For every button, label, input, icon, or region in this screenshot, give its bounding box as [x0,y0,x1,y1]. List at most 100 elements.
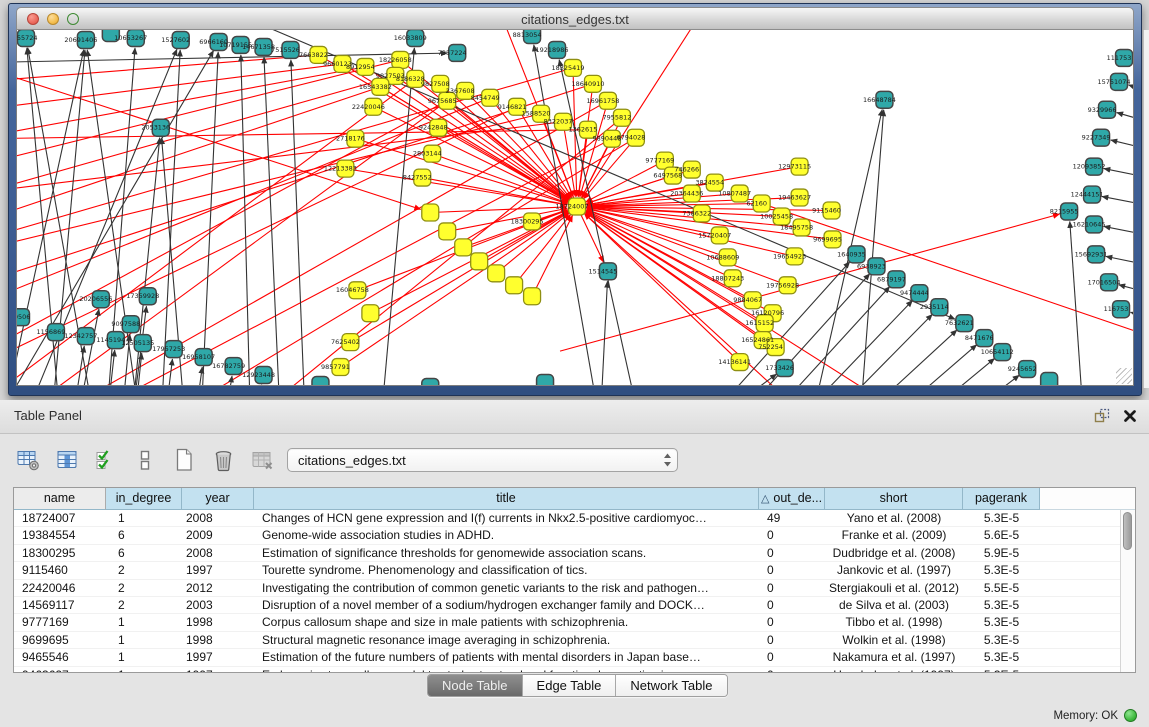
network-graph[interactable]: 1872400718300295140557242069140610653267… [17,30,1133,385]
table-cell[interactable]: 1 [106,632,182,648]
table-cell[interactable]: 1998 [182,614,254,630]
table-cell[interactable]: 1997 [182,667,254,673]
table-cell[interactable]: 5.3E-5 [963,667,1040,673]
table-cell[interactable]: Yano et al. (2008) [825,510,963,526]
unselect-all-columns-button[interactable] [131,446,159,474]
close-panel-icon[interactable] [1123,409,1137,423]
table-cell[interactable]: 2 [106,562,182,578]
table-row[interactable]: 1456911722003Disruption of a novel membe… [14,597,1135,614]
table-mode-button[interactable] [14,446,42,474]
table-cell[interactable]: 5.5E-5 [963,580,1040,596]
table-cell[interactable]: Estimation of the future numbers of pati… [254,649,759,665]
graph-node[interactable] [506,277,523,294]
table-cell[interactable]: Disruption of a novel member of a sodium… [254,597,759,613]
table-cell[interactable]: 9699695 [14,632,106,648]
table-cell[interactable]: 18724007 [14,510,106,526]
table-row[interactable]: 1938455462009Genome-wide association stu… [14,527,1135,544]
table-cell[interactable]: 1998 [182,632,254,648]
table-cell[interactable]: 6 [106,527,182,543]
table-cell[interactable]: Embryonic stem cells: a model to study s… [254,667,759,673]
table-cell[interactable]: 9465546 [14,649,106,665]
float-panel-icon[interactable] [1094,408,1110,423]
table-row[interactable]: 946554611997Estimation of the future num… [14,649,1135,666]
create-column-button[interactable] [170,446,198,474]
table-cell[interactable]: 5.3E-5 [963,649,1040,665]
table-cell[interactable]: 6 [106,545,182,561]
table-row[interactable]: 946362711997Embryonic stem cells: a mode… [14,667,1135,673]
table-cell[interactable]: 0 [759,667,825,673]
table-cell[interactable]: 18300295 [14,545,106,561]
graph-node[interactable] [471,253,488,270]
table-cell[interactable]: 5.3E-5 [963,510,1040,526]
table-cell[interactable]: Stergiakouli et al. (2012) [825,580,963,596]
table-cell[interactable]: 5.3E-5 [963,632,1040,648]
table-cell[interactable]: 49 [759,510,825,526]
table-cell[interactable]: 5.3E-5 [963,614,1040,630]
graph-node[interactable] [362,305,379,322]
table-cell[interactable]: 5.6E-5 [963,527,1040,543]
table-cell[interactable]: Wolkin et al. (1998) [825,632,963,648]
table-row[interactable]: 1830029562008Estimation of significance … [14,545,1135,562]
select-all-columns-button[interactable] [92,446,120,474]
table-cell[interactable]: 1997 [182,649,254,665]
table-cell[interactable]: 0 [759,527,825,543]
table-cell[interactable]: 5.9E-5 [963,545,1040,561]
table-scrollbar-thumb[interactable] [1123,512,1132,550]
table-row[interactable]: 969969511998Structural magnetic resonanc… [14,632,1135,649]
table-cell[interactable]: 19384554 [14,527,106,543]
table-cell[interactable]: Changes of HCN gene expression and I(f) … [254,510,759,526]
network-canvas[interactable]: 1872400718300295140557242069140610653267… [16,30,1134,386]
table-cell[interactable]: 1 [106,667,182,673]
column-header-indegree[interactable]: in_degree [106,488,182,510]
table-cell[interactable]: Nakamura et al. (1997) [825,649,963,665]
graph-node[interactable] [455,239,472,256]
graph-node[interactable] [439,223,456,240]
table-row[interactable]: 1872400712008Changes of HCN gene express… [14,510,1135,527]
column-header-year[interactable]: year [182,488,254,510]
graph-node[interactable] [422,379,439,385]
table-cell[interactable]: 9115460 [14,562,106,578]
table-cell[interactable]: 2003 [182,597,254,613]
table-cell[interactable]: 2 [106,597,182,613]
table-cell[interactable]: 9777169 [14,614,106,630]
table-cell[interactable]: Genome-wide association studies in ADHD. [254,527,759,543]
column-header-title[interactable]: title [254,488,759,510]
table-scrollbar[interactable] [1120,510,1135,672]
graph-node[interactable] [1041,373,1058,385]
column-header-pagerank[interactable]: pagerank [963,488,1040,510]
table-select-dropdown[interactable]: citations_edges.txt [287,448,678,472]
table-cell[interactable]: Corpus callosum shape and size in male p… [254,614,759,630]
table-cell[interactable]: 2009 [182,527,254,543]
table-cell[interactable]: Jankovic et al. (1997) [825,562,963,578]
delete-column-button[interactable] [209,446,237,474]
table-cell[interactable]: 2 [106,580,182,596]
tab-edge-table[interactable]: Edge Table [523,675,617,696]
graph-node[interactable] [488,265,505,282]
graph-node[interactable] [312,377,329,385]
graph-node[interactable] [422,204,439,221]
table-cell[interactable]: 5.3E-5 [963,562,1040,578]
table-cell[interactable]: Structural magnetic resonance image aver… [254,632,759,648]
table-row[interactable]: 2242004622012Investigating the contribut… [14,580,1135,597]
table-cell[interactable]: 0 [759,562,825,578]
table-cell[interactable]: de Silva et al. (2003) [825,597,963,613]
table-cell[interactable]: 5.3E-5 [963,597,1040,613]
table-cell[interactable]: 0 [759,632,825,648]
table-cell[interactable]: Tibbo et al. (1998) [825,614,963,630]
table-cell[interactable]: 2012 [182,580,254,596]
table-cell[interactable]: 1997 [182,562,254,578]
table-row[interactable]: 977716911998Corpus callosum shape and si… [14,614,1135,631]
table-cell[interactable]: 0 [759,597,825,613]
table-cell[interactable]: 1 [106,649,182,665]
table-cell[interactable]: 2008 [182,545,254,561]
table-cell[interactable]: 0 [759,545,825,561]
table-cell[interactable]: 1 [106,510,182,526]
table-cell[interactable]: 0 [759,580,825,596]
table-cell[interactable]: 14569117 [14,597,106,613]
tab-network-table[interactable]: Network Table [616,675,726,696]
delete-table-button-disabled[interactable] [248,446,276,474]
table-cell[interactable]: 0 [759,649,825,665]
table-cell[interactable]: 22420046 [14,580,106,596]
graph-node[interactable] [524,288,541,305]
resize-grip[interactable] [1116,368,1132,384]
